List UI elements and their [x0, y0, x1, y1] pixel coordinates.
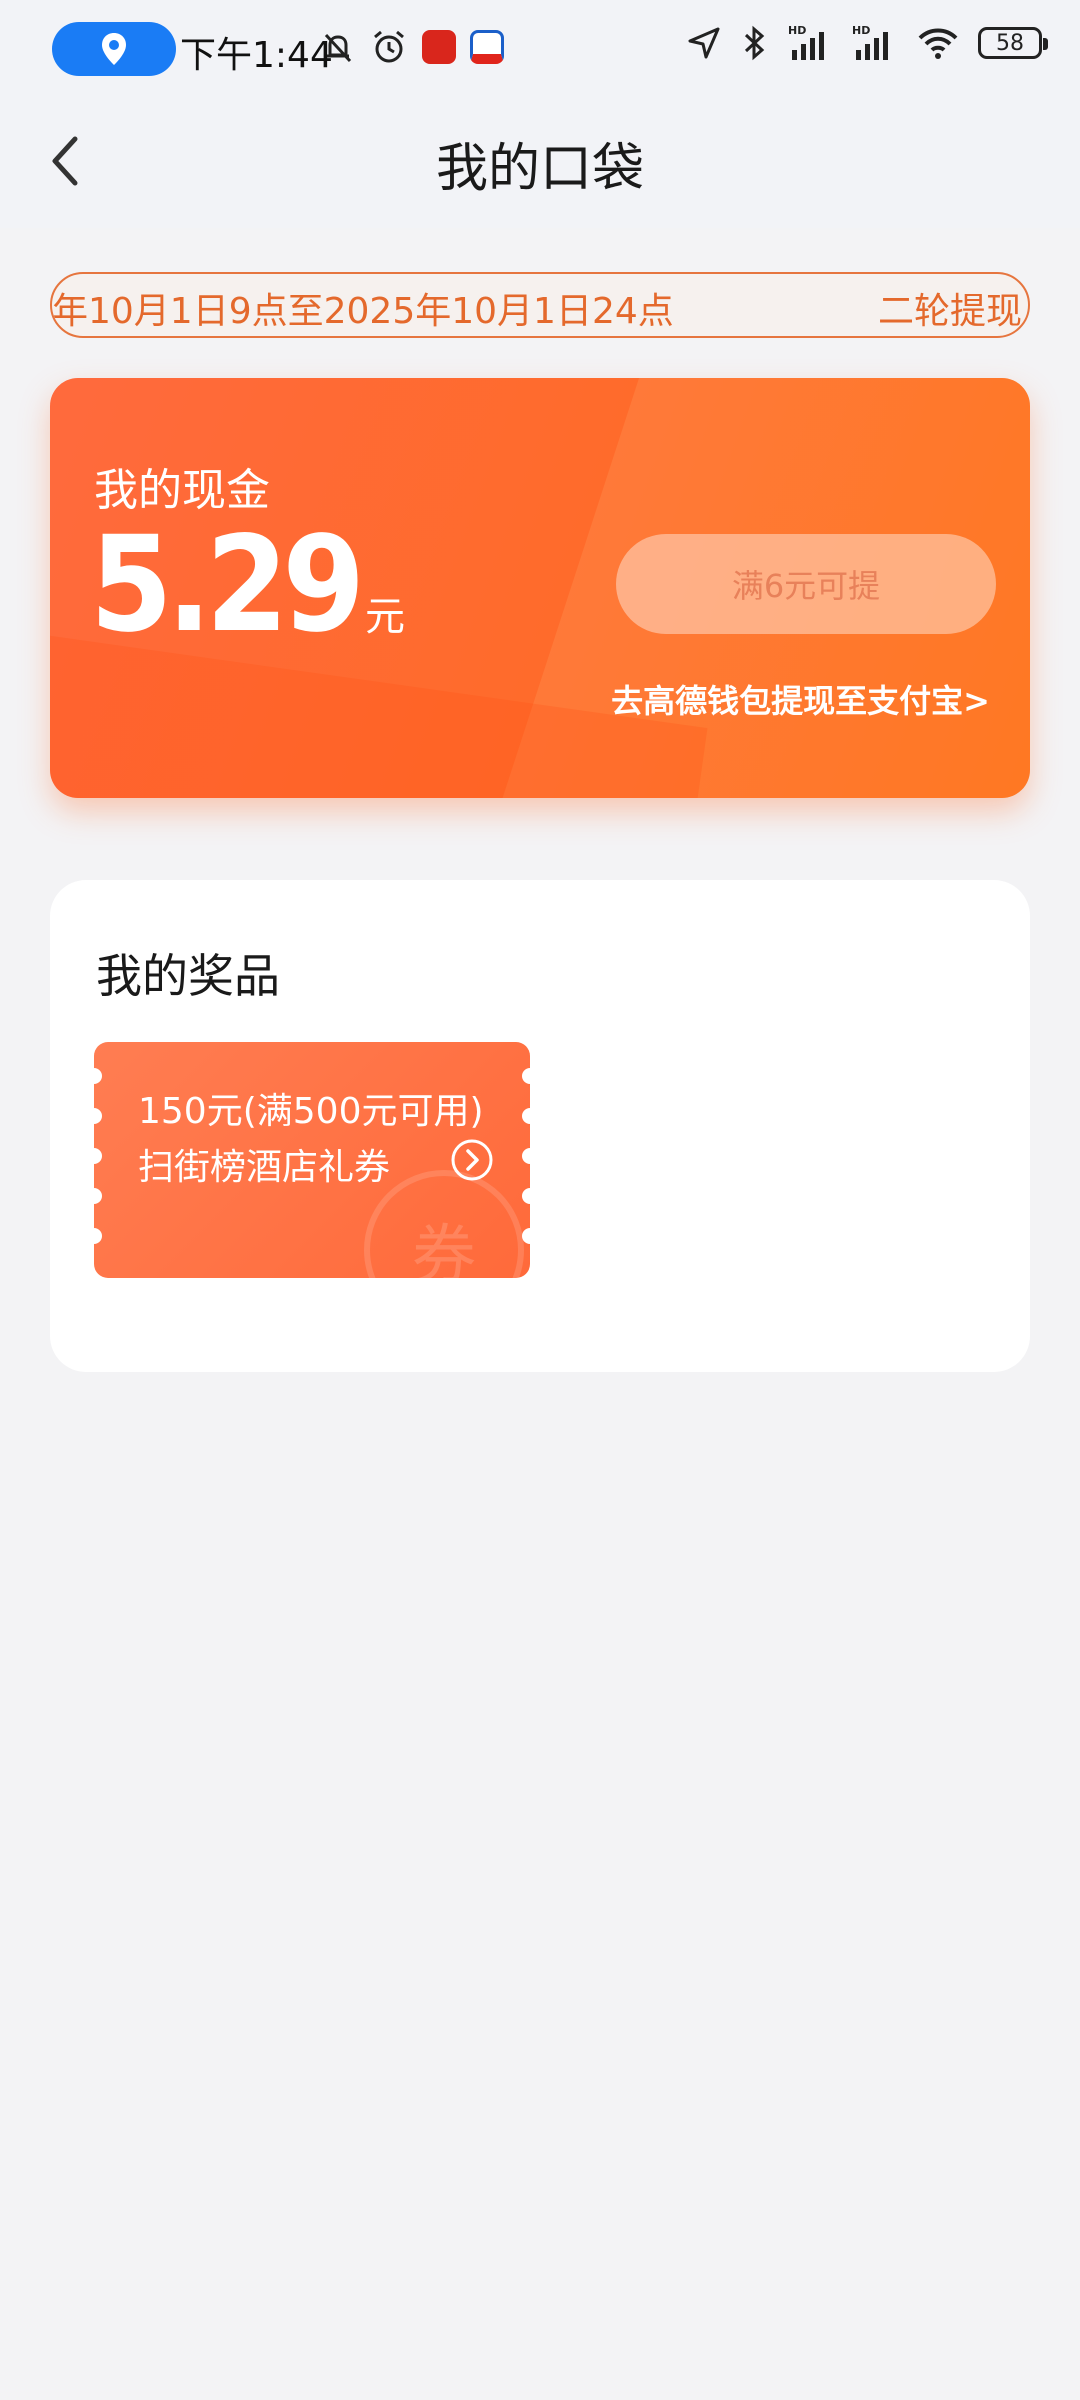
navigation-icon	[688, 27, 720, 59]
wifi-icon	[918, 28, 958, 59]
signal-hd-icon: HD	[852, 24, 888, 60]
coupon-notch	[94, 1188, 102, 1204]
cash-value: 5.29	[90, 508, 365, 662]
coupon-notch	[94, 1068, 102, 1084]
coupon-name: 扫街榜酒店礼券	[138, 1147, 391, 1188]
withdraw-button[interactable]: 满6元可提	[616, 534, 996, 634]
coupon-notch	[94, 1228, 102, 1244]
page-title: 我的口袋	[435, 139, 644, 199]
marquee-text: 年10月1日9点至2025年10月1日24点	[52, 291, 674, 332]
alipay-withdraw-link[interactable]: 去高德钱包提现至支付宝>	[611, 676, 990, 722]
coupon-card[interactable]: 券 150元(满500元可用) 扫街榜酒店礼券	[94, 1042, 530, 1278]
notice-marquee[interactable]: 年10月1日9点至2025年10月1日24点 二轮提现	[50, 272, 1030, 338]
location-indicator[interactable]	[52, 22, 176, 76]
cash-card: 我的现金 5.29 元 满6元可提 去高德钱包提现至支付宝>	[50, 378, 1030, 798]
svg-text:HD: HD	[788, 24, 806, 37]
coupon-notch	[522, 1188, 530, 1204]
cash-amount: 5.29 元	[90, 508, 405, 662]
coupon-notch	[522, 1108, 530, 1124]
coupon-notch	[522, 1148, 530, 1164]
app-badge-icon	[422, 30, 456, 64]
prizes-card: 我的奖品 券 150元(满500元可用) 扫街榜酒店礼券	[50, 880, 1030, 1372]
coupon-notch	[94, 1108, 102, 1124]
coupon-value: 150元(满500元可用)	[138, 1091, 484, 1132]
signal-hd-icon: HD	[788, 24, 824, 60]
svg-text:HD: HD	[852, 24, 870, 37]
mute-bell-icon	[324, 33, 352, 63]
chevron-right-circle-icon[interactable]	[450, 1138, 494, 1182]
alarm-icon	[374, 30, 404, 63]
prizes-title: 我的奖品	[96, 949, 280, 1003]
status-left-icons	[320, 28, 504, 66]
status-right-icons: HD HD 58	[686, 24, 1048, 62]
page-header: 我的口袋	[0, 100, 1080, 228]
coupon-notch	[522, 1068, 530, 1084]
battery-indicator: 58	[978, 27, 1048, 59]
marquee-text-right: 二轮提现	[877, 291, 1022, 332]
app-badge-icon	[470, 30, 504, 64]
location-pin-icon	[102, 33, 126, 65]
coupon-notch	[94, 1148, 102, 1164]
status-time: 下午1:44	[180, 35, 333, 76]
cash-unit: 元	[365, 594, 406, 640]
bluetooth-icon	[744, 25, 765, 61]
status-bar: 下午1:44 HD HD 58	[0, 0, 1080, 100]
